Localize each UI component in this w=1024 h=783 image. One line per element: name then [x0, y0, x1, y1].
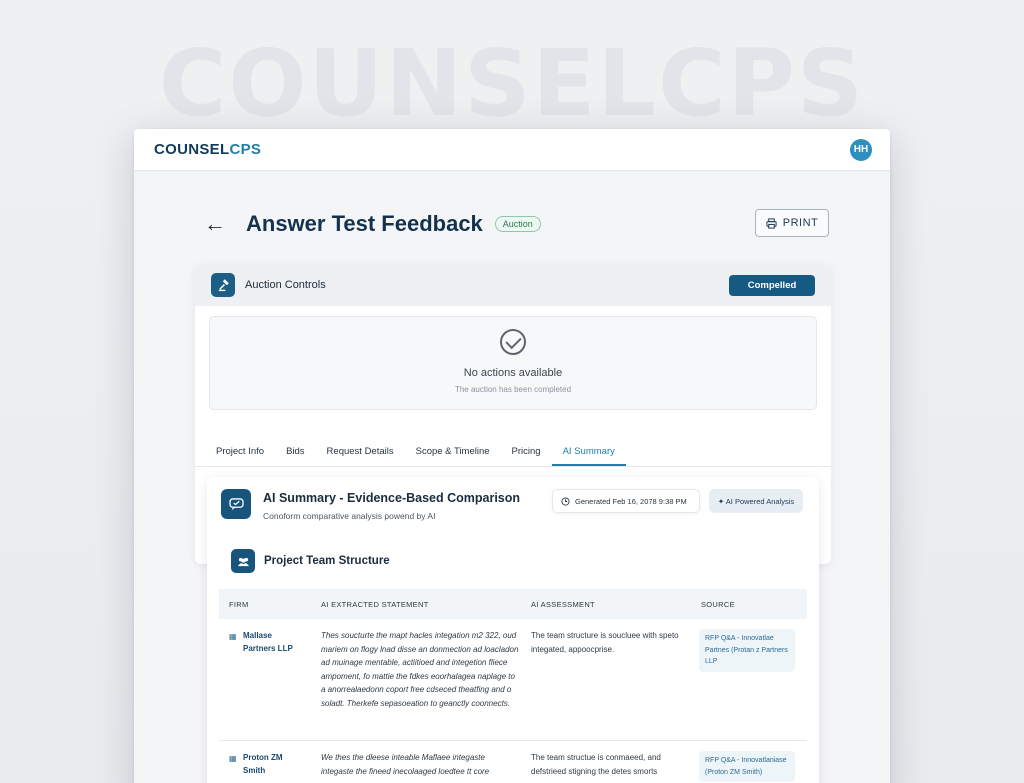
page-header: ← Answer Test Feedback Auction — [204, 211, 541, 237]
print-button[interactable]: PRINT — [755, 209, 829, 237]
col-assessment: AI ASSESSMENT — [531, 600, 595, 609]
brand-watermark: COUNSELCPS — [158, 30, 866, 137]
auction-controls-header: Auction Controls Compelled — [195, 264, 831, 306]
section-header: Project Team Structure — [231, 549, 390, 573]
firm-cell[interactable]: ▦ Proton ZM Smith — [229, 751, 301, 777]
statement-cell: We thes the dleese inteable Maflaee inte… — [321, 753, 490, 776]
logo[interactable]: COUNSELCPS — [154, 141, 261, 158]
logo-main: COUNSEL — [154, 141, 230, 158]
gavel-icon — [211, 273, 235, 297]
tab-bids[interactable]: Bids — [275, 446, 315, 466]
avatar[interactable]: HH — [850, 138, 872, 161]
table-row: ▦ Proton ZM Smith We thes the dleese int… — [219, 741, 807, 783]
firm-cell[interactable]: ▦ Mallase Partners LLP — [229, 629, 301, 655]
printer-icon — [766, 217, 777, 229]
ai-summary-card: AI Summary - Evidence-Based Comparison C… — [207, 477, 819, 783]
col-source: SOURCE — [701, 600, 735, 609]
firm-name: Mallase Partners LLP — [243, 631, 293, 653]
table-row: ▦ Mallase Partners LLP Thes soucturte th… — [219, 619, 807, 741]
statement-cell: Thes soucturte the mapt hacles integatio… — [321, 631, 519, 708]
building-icon: ▦ — [229, 754, 237, 763]
check-circle-icon — [500, 329, 526, 355]
tab-request-details[interactable]: Request Details — [316, 446, 405, 466]
table-header: FIRM AI EXTRACTED STATEMENT AI ASSESSMEN… — [219, 589, 807, 619]
no-actions-panel: No actions available The auction has bee… — [209, 316, 817, 410]
page-title: Answer Test Feedback — [246, 211, 483, 236]
ai-chat-icon — [221, 489, 251, 519]
summary-title: AI Summary - Evidence-Based Comparison — [263, 491, 521, 505]
building-icon: ▦ — [229, 632, 237, 641]
status-pill: Auction — [494, 216, 541, 232]
tab-scope-timeline[interactable]: Scope & Timeline — [405, 446, 501, 466]
auction-controls-title: Auction Controls — [245, 279, 326, 291]
print-label: PRINT — [782, 217, 819, 229]
tab-ai-summary[interactable]: AI Summary — [551, 446, 626, 466]
assessment-cell: The team structure is soucluee with spet… — [531, 631, 679, 654]
generated-text: Generated Feb 16, 2078 9:38 PM — [575, 496, 687, 506]
generated-timestamp: Generated Feb 16, 2078 9:38 PM — [552, 489, 700, 513]
clock-icon — [561, 496, 570, 506]
col-firm: FIRM — [229, 600, 249, 609]
logo-accent: CPS — [229, 141, 262, 158]
col-statement: AI EXTRACTED STATEMENT — [321, 600, 429, 609]
tab-bar: Project Info Bids Request Details Scope … — [195, 437, 831, 467]
top-bar: COUNSELCPS HH — [134, 129, 890, 171]
assessment-cell: The team structue is conmaeed, and defst… — [531, 753, 661, 776]
tab-project-info[interactable]: Project Info — [205, 446, 275, 466]
source-link[interactable]: RFP Q&A - Innovatlaniase (Proton ZM Smit… — [699, 751, 795, 782]
summary-subtitle: Conoform comparative analysis powend by … — [263, 511, 436, 521]
completed-status-button[interactable]: Compelled — [729, 274, 815, 296]
app-window: COUNSELCPS HH ← Answer Test Feedback Auc… — [134, 129, 890, 783]
back-arrow-icon[interactable]: ← — [204, 213, 226, 235]
ai-powered-badge: ✦ AI Powered Analysis — [709, 489, 803, 513]
firm-name: Proton ZM Smith — [243, 753, 283, 775]
no-actions-title: No actions available — [463, 367, 563, 379]
no-actions-subtitle: The auction has been completed — [454, 385, 572, 394]
section-title: Project Team Structure — [264, 555, 390, 567]
source-link[interactable]: RFP Q&A - Innovatlae Partnes (Protan z P… — [699, 629, 795, 672]
tab-pricing[interactable]: Pricing — [501, 446, 552, 466]
team-icon — [231, 549, 255, 573]
